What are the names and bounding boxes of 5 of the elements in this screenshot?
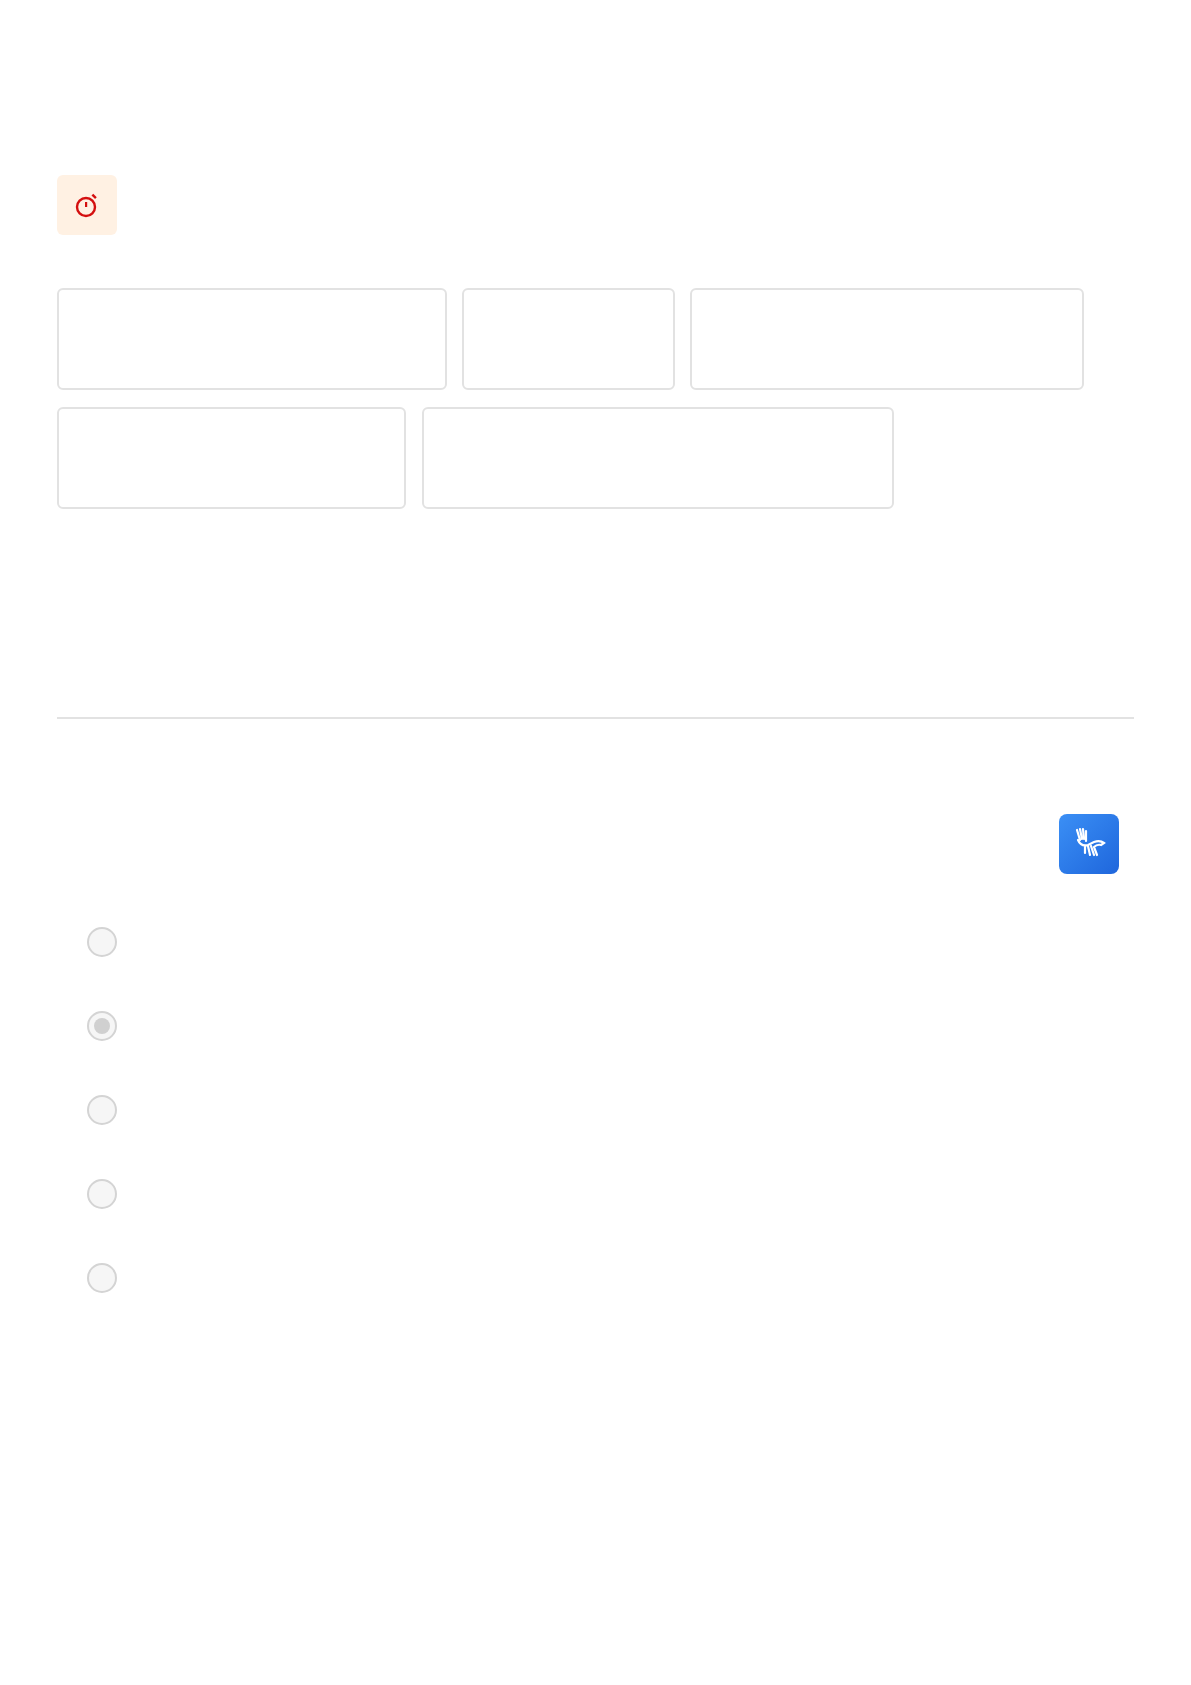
radio-button[interactable] <box>87 1263 117 1293</box>
radio-button[interactable] <box>87 1179 117 1209</box>
radio-button[interactable] <box>87 927 117 957</box>
radio-button[interactable] <box>87 1095 117 1125</box>
radio-button[interactable] <box>87 1011 117 1041</box>
